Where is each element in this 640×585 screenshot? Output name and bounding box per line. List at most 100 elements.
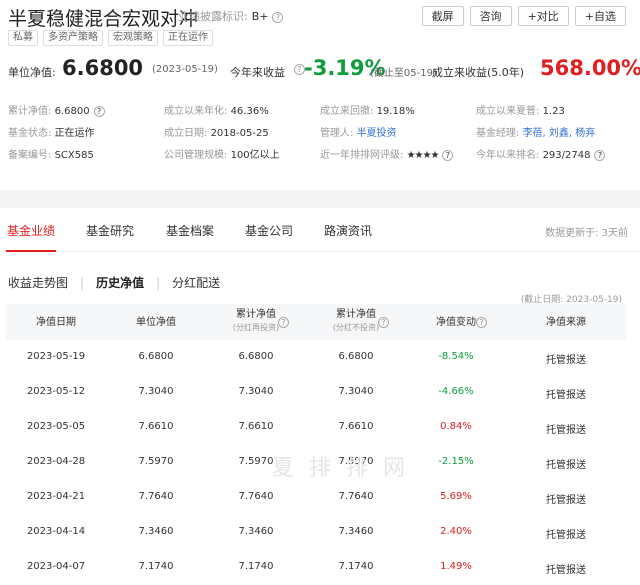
update-note: 数据更新于: 3天前	[545, 228, 628, 239]
tag-status: 正在运作	[163, 30, 213, 46]
cell-unit: 6.6800	[138, 351, 174, 362]
nav-summary: 单位净值: 6.6800 (2023-05-19) 今年来收益? -3.19% …	[8, 56, 640, 82]
section-divider	[0, 190, 640, 208]
cell-unit: 7.5970	[138, 456, 174, 467]
sharpe-ratio: 成立以来夏普: 1.23	[476, 106, 565, 117]
cell-date: 2023-05-19	[26, 351, 86, 362]
disclosure-indicator: 业绩披露标识: B+?	[178, 8, 284, 24]
cell-source: 托管报送	[546, 460, 586, 471]
help-icon[interactable]: ?	[442, 149, 454, 161]
cell-source: 托管报送	[546, 425, 586, 436]
help-icon[interactable]: ?	[272, 11, 284, 23]
table-row: 2023-04-21 7.7640 7.7640 7.7640 5.69% 托管报送	[6, 480, 626, 515]
cell-unit: 7.7640	[138, 491, 174, 502]
cell-cum1: 7.7640	[238, 491, 274, 502]
ytd-note: (截止至05-19)	[370, 68, 437, 79]
tab-profile[interactable]: 基金档案	[166, 222, 214, 239]
cell-change: 5.69%	[440, 491, 472, 502]
active-tab-underline	[6, 250, 56, 252]
watermark: 夏 排 排 网	[272, 456, 409, 481]
consult-button[interactable]: 咨询	[469, 6, 512, 26]
fund-header: 半夏稳健混合宏观对冲 业绩披露标识: B+? 截屏 咨询 +对比 +自选 私募 多…	[0, 0, 640, 190]
help-icon[interactable]: ?	[594, 149, 606, 161]
table-row: 2023-05-19 6.6800 6.6800 6.6800 -8.54% 托管报送	[6, 340, 626, 375]
max-drawdown: 成立来回撤: 19.18%	[320, 106, 415, 117]
col-change: 净值变动	[436, 317, 476, 328]
cell-unit: 7.3040	[138, 386, 174, 397]
cell-change: 1.49%	[440, 561, 472, 572]
help-icon[interactable]: ?	[93, 105, 105, 117]
col-cum-no-reinvest: 累计净值 (分红不投资)	[332, 309, 380, 332]
cell-source: 托管报送	[546, 495, 586, 506]
annualized-return: 成立以来年化: 46.36%	[164, 106, 269, 117]
subtab-chart[interactable]: 收益走势图	[8, 274, 68, 291]
unit-nav-date: (2023-05-19)	[152, 64, 218, 75]
help-icon[interactable]: ?	[278, 317, 289, 328]
cell-cum2: 7.3040	[338, 386, 374, 397]
cell-unit: 7.3460	[138, 526, 174, 537]
action-buttons: 截屏 咨询 +对比 +自选	[421, 6, 626, 26]
tab-company[interactable]: 基金公司	[245, 222, 293, 239]
cell-change: 0.84%	[440, 421, 472, 432]
cell-cum2: 7.1740	[338, 561, 374, 572]
cell-source: 托管报送	[546, 530, 586, 541]
fund-name: 半夏稳健混合宏观对冲	[8, 8, 199, 30]
cell-source: 托管报送	[546, 390, 586, 401]
fund-managers: 基金经理: 李蓓, 刘鑫, 杨弃	[476, 128, 596, 139]
rating: 近一年排排网评级: ★★★★?	[320, 146, 454, 161]
table-row: 2023-04-14 7.3460 7.3460 7.3460 2.40% 托管报送	[6, 515, 626, 550]
tab-performance[interactable]: 基金业绩	[7, 222, 55, 239]
help-icon[interactable]: ?	[378, 317, 389, 328]
cell-date: 2023-04-21	[26, 491, 86, 502]
since-inception-label: 成立来收益(5.0年)	[432, 66, 525, 79]
tab-roadshow[interactable]: 路演资讯	[324, 222, 372, 239]
unit-nav-value: 6.6800	[62, 56, 144, 80]
subtab-separator: |	[156, 275, 161, 290]
cell-cum2: 6.6800	[338, 351, 374, 362]
manager-company-link[interactable]: 半夏投资	[357, 128, 397, 139]
table-row: 2023-04-07 7.1740 7.1740 7.1740 1.49% 托管报送	[6, 550, 626, 585]
tab-research[interactable]: 基金研究	[86, 222, 134, 239]
tag-macro: 宏观策略	[108, 30, 158, 46]
tag-strategy: 多资产策略	[43, 30, 103, 46]
screenshot-button[interactable]: 截屏	[421, 6, 464, 26]
cell-cum1: 7.1740	[238, 561, 274, 572]
cell-cum1: 7.6610	[238, 421, 274, 432]
table-row: 2023-05-12 7.3040 7.3040 7.3040 -4.66% 托管报送	[6, 375, 626, 410]
subtab-dividends[interactable]: 分红配送	[172, 274, 220, 291]
compare-button[interactable]: +对比	[517, 6, 569, 26]
help-icon[interactable]: ?	[476, 317, 487, 328]
manager-company: 管理人: 半夏投资	[320, 128, 397, 139]
main-tabs: 基金业绩 基金研究 基金档案 基金公司 路演资讯 数据更新于: 3天前	[0, 208, 640, 252]
ytd-rank: 今年以来排名: 293/2748?	[476, 146, 606, 161]
cell-unit: 7.1740	[138, 561, 174, 572]
sub-tabs: 收益走势图 | 历史净值 | 分红配送	[8, 274, 220, 291]
cell-unit: 7.6610	[138, 421, 174, 432]
fund-managers-link[interactable]: 李蓓, 刘鑫, 杨弃	[523, 128, 596, 139]
cell-cum1: 6.6800	[238, 351, 274, 362]
cell-cum2: 7.6610	[338, 421, 374, 432]
tag-private: 私募	[8, 30, 38, 46]
cell-source: 托管报送	[546, 355, 586, 366]
col-date: 净值日期	[36, 317, 76, 328]
add-watchlist-button[interactable]: +自选	[574, 6, 626, 26]
col-unit-nav: 单位净值	[136, 317, 176, 328]
company-scale: 公司管理规模: 100亿以上	[164, 150, 280, 161]
cell-date: 2023-04-28	[26, 456, 86, 467]
col-cum-reinvest: 累计净值 (分红再投资)	[232, 309, 280, 332]
record-number: 备案编号: SCX585	[8, 150, 94, 161]
fund-tags: 私募 多资产策略 宏观策略 正在运作	[8, 30, 213, 46]
cell-change: 2.40%	[440, 526, 472, 537]
subtab-history-nav[interactable]: 历史净值	[96, 274, 144, 291]
cell-change: -2.15%	[438, 456, 474, 467]
table-header: 净值日期 单位净值 累计净值 (分红再投资) ? 累计净值 (分红不投资) ? 净值…	[6, 304, 626, 340]
cum-nav: 累计净值: 6.6800?	[8, 102, 105, 117]
cell-date: 2023-05-12	[26, 386, 86, 397]
table-row: 2023-05-05 7.6610 7.6610 7.6610 0.84% 托管报送	[6, 410, 626, 445]
unit-nav-label: 单位净值:	[8, 66, 56, 79]
cell-source: 托管报送	[546, 565, 586, 576]
cell-cum1: 7.3040	[238, 386, 274, 397]
col-source: 净值来源	[546, 317, 586, 328]
ytd-label: 今年来收益	[230, 66, 285, 79]
disclosure-label: 业绩披露标识:	[178, 10, 248, 23]
